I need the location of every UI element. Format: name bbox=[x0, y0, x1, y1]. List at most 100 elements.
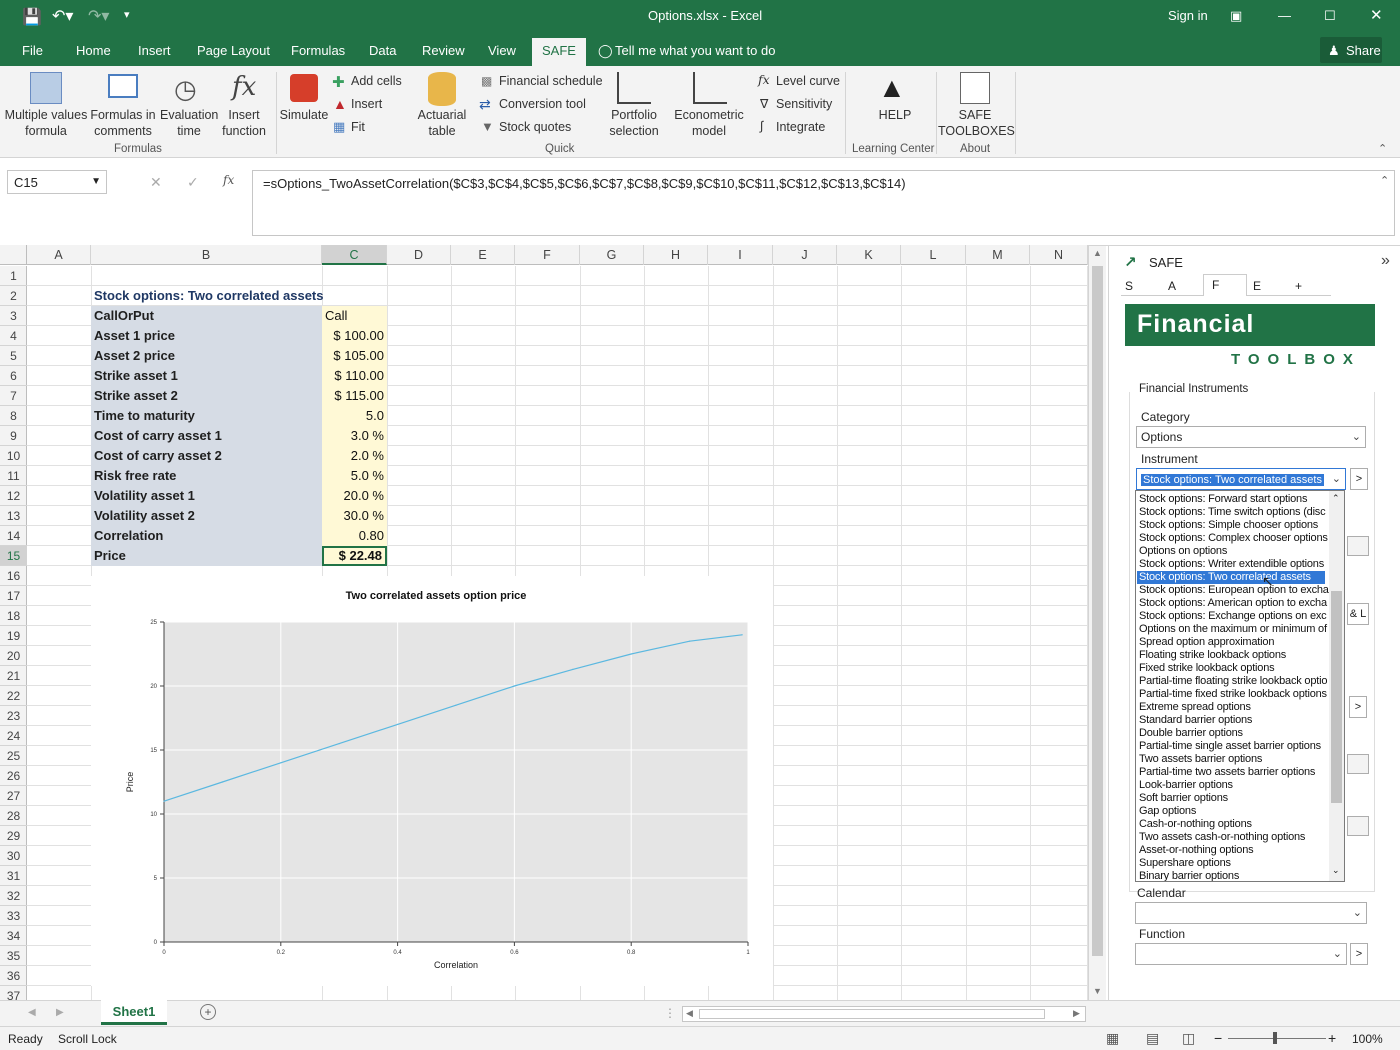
fx-icon[interactable]: fx bbox=[223, 173, 234, 187]
column-header[interactable]: E bbox=[451, 245, 515, 265]
econometric-model-button[interactable]: Econometric model bbox=[670, 107, 748, 139]
normal-view-icon[interactable]: ▦ bbox=[1106, 1030, 1119, 1047]
sheet-next-icon[interactable]: ▶ bbox=[56, 1007, 64, 1018]
panel-tab-s[interactable]: S bbox=[1125, 279, 1133, 293]
row-header[interactable]: 1 bbox=[0, 266, 27, 286]
dropdown-option[interactable]: Fixed strike lookback options bbox=[1139, 662, 1275, 675]
scrollbar-thumb[interactable] bbox=[1092, 266, 1103, 956]
column-header[interactable]: G bbox=[580, 245, 644, 265]
dropdown-option[interactable]: Partial-time single asset barrier option… bbox=[1139, 740, 1321, 753]
dropdown-option[interactable]: Stock options: Forward start options bbox=[1139, 493, 1307, 506]
value-cell[interactable]: $ 110.00 bbox=[322, 366, 387, 386]
label-cell[interactable]: Strike asset 1 bbox=[91, 366, 322, 386]
column-header[interactable]: I bbox=[708, 245, 773, 265]
undo-icon[interactable]: ↶▾ bbox=[52, 6, 73, 26]
dropdown-option[interactable]: Two assets cash-or-nothing options bbox=[1139, 831, 1305, 844]
label-cell[interactable]: Strike asset 2 bbox=[91, 386, 322, 406]
chart-area[interactable]: 0 0.2 0.4 0.6 0.8 1 0 5 10 15 20 25 Two correlated a… bbox=[91, 576, 773, 986]
tab-page-layout[interactable]: Page Layout bbox=[197, 43, 270, 58]
row-header[interactable]: 21 bbox=[0, 666, 27, 686]
help-button[interactable]: HELP bbox=[860, 107, 930, 123]
redo-icon[interactable]: ↷▾ bbox=[88, 6, 109, 26]
sheet-prev-icon[interactable]: ◀ bbox=[28, 1007, 36, 1018]
sheet-heading[interactable]: Stock options: Two correlated assets bbox=[91, 286, 323, 306]
label-cell[interactable]: Price bbox=[91, 546, 322, 566]
column-header[interactable]: H bbox=[644, 245, 708, 265]
vertical-scrollbar[interactable]: ▲ ▼ bbox=[1088, 246, 1106, 1000]
row-header[interactable]: 31 bbox=[0, 866, 27, 886]
dropdown-option[interactable]: Stock options: Two correlated assets bbox=[1137, 571, 1325, 584]
row-header[interactable]: 23 bbox=[0, 706, 27, 726]
formulas-in-comments-button[interactable]: Formulas in comments bbox=[88, 107, 158, 139]
row-header[interactable]: 12 bbox=[0, 486, 27, 506]
tab-review[interactable]: Review bbox=[422, 43, 465, 58]
tab-file[interactable]: File bbox=[22, 43, 43, 58]
row-header[interactable]: 11 bbox=[0, 466, 27, 486]
quick-access-menu-icon[interactable]: ▾ bbox=[124, 8, 130, 21]
dropdown-option[interactable]: Floating strike lookback options bbox=[1139, 649, 1286, 662]
calendar-select[interactable]: ⌄ bbox=[1135, 902, 1367, 924]
row-header[interactable]: 34 bbox=[0, 926, 27, 946]
scroll-down-icon[interactable]: ▼ bbox=[1093, 986, 1102, 996]
row-header[interactable]: 30 bbox=[0, 846, 27, 866]
dropdown-option[interactable]: Stock options: American option to excha bbox=[1139, 597, 1327, 610]
row-header[interactable]: 27 bbox=[0, 786, 27, 806]
value-cell[interactable]: $ 100.00 bbox=[322, 326, 387, 346]
dropdown-option[interactable]: Stock options: Simple chooser options bbox=[1139, 519, 1318, 532]
label-cell[interactable]: Volatility asset 1 bbox=[91, 486, 322, 506]
hidden-input[interactable] bbox=[1347, 754, 1369, 774]
column-header[interactable]: C bbox=[322, 245, 387, 265]
collapse-formula-icon[interactable]: ⌃ bbox=[1380, 174, 1389, 187]
portfolio-selection-button[interactable]: Portfolio selection bbox=[602, 107, 666, 139]
row-header[interactable]: 36 bbox=[0, 966, 27, 986]
page-layout-view-icon[interactable]: ▤ bbox=[1146, 1030, 1159, 1047]
dropdown-option[interactable]: Asset-or-nothing options bbox=[1139, 844, 1254, 857]
tab-formulas[interactable]: Formulas bbox=[291, 43, 345, 58]
column-header[interactable]: L bbox=[901, 245, 966, 265]
hidden-input[interactable] bbox=[1347, 536, 1369, 556]
dropdown-option[interactable]: Stock options: European option to excha bbox=[1139, 584, 1329, 597]
collapse-panel-icon[interactable]: » bbox=[1381, 252, 1390, 270]
conversion-tool-button[interactable]: Conversion tool bbox=[499, 97, 586, 111]
zoom-slider[interactable] bbox=[1228, 1038, 1326, 1039]
horizontal-scrollbar[interactable]: ◀ ▶ bbox=[682, 1006, 1086, 1022]
dropdown-option[interactable]: Spread option approximation bbox=[1139, 636, 1274, 649]
integrate-button[interactable]: Integrate bbox=[776, 120, 825, 134]
row-header[interactable]: 16 bbox=[0, 566, 27, 586]
instrument-dropdown-list[interactable]: Stock options: Forward start options Stoc… bbox=[1135, 490, 1345, 882]
value-cell[interactable]: 5.0 bbox=[322, 406, 387, 426]
multiple-values-formula-button[interactable]: Multiple values formula bbox=[4, 107, 88, 139]
scroll-down-icon[interactable]: ⌄ bbox=[1332, 865, 1340, 876]
row-header[interactable]: 29 bbox=[0, 826, 27, 846]
row-header[interactable]: 20 bbox=[0, 646, 27, 666]
label-cell[interactable]: Volatility asset 2 bbox=[91, 506, 322, 526]
dropdown-option[interactable]: Soft barrier options bbox=[1139, 792, 1228, 805]
tell-me-search[interactable]: Tell me what you want to do bbox=[615, 43, 775, 58]
page-break-view-icon[interactable]: ◫ bbox=[1182, 1030, 1195, 1047]
formula-input[interactable]: =sOptions_TwoAssetCorrelation($C$3,$C$4,… bbox=[252, 170, 1395, 236]
financial-schedule-button[interactable]: Financial schedule bbox=[499, 74, 603, 88]
row-header[interactable]: 19 bbox=[0, 626, 27, 646]
instrument-select[interactable]: Stock options: Two correlated assets ⌄ bbox=[1136, 468, 1346, 490]
zoom-in-icon[interactable]: + bbox=[1328, 1030, 1336, 1046]
column-header[interactable]: M bbox=[966, 245, 1030, 265]
dropdown-option[interactable]: Two assets barrier options bbox=[1139, 753, 1262, 766]
row-header[interactable]: 9 bbox=[0, 426, 27, 446]
instrument-next-button[interactable]: > bbox=[1350, 468, 1368, 490]
zoom-slider-thumb[interactable] bbox=[1273, 1032, 1277, 1044]
select-all-corner[interactable] bbox=[0, 245, 27, 265]
value-cell[interactable]: 20.0 % bbox=[322, 486, 387, 506]
level-curve-button[interactable]: Level curve bbox=[776, 74, 840, 88]
label-cell[interactable]: Asset 2 price bbox=[91, 346, 322, 366]
name-box[interactable]: C15 ▼ bbox=[7, 170, 107, 194]
function-select[interactable]: ⌄ bbox=[1135, 943, 1347, 965]
safe-toolboxes-button[interactable]: SAFE TOOLBOXES bbox=[938, 107, 1015, 139]
row-header[interactable]: 17 bbox=[0, 586, 27, 606]
column-header[interactable]: D bbox=[387, 245, 451, 265]
dropdown-option[interactable]: Look-barrier options bbox=[1139, 779, 1233, 792]
row-header[interactable]: 6 bbox=[0, 366, 27, 386]
ribbon-display-icon[interactable]: ▣ bbox=[1230, 8, 1242, 24]
panel-tab-e[interactable]: E bbox=[1253, 279, 1261, 293]
stock-quotes-button[interactable]: Stock quotes bbox=[499, 120, 571, 134]
row-header[interactable]: 13 bbox=[0, 506, 27, 526]
